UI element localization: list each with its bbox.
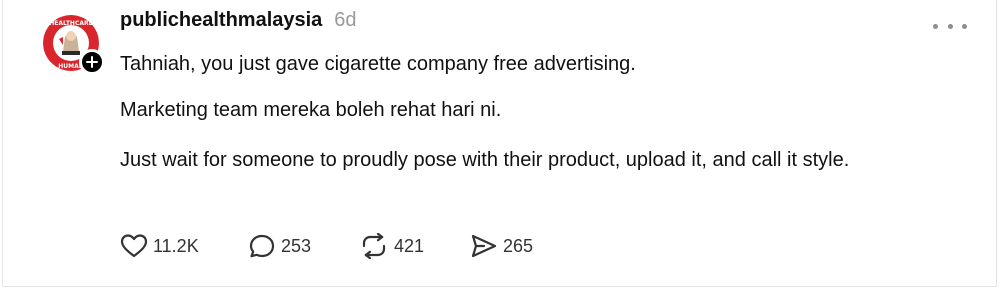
more-dots-icon <box>962 23 967 29</box>
username-link[interactable]: publichealthmalaysia <box>120 9 322 32</box>
repost-count: 421 <box>394 235 425 256</box>
avatar-container[interactable]: HEALTHCARE HUMAN <box>43 15 105 75</box>
reply-count: 253 <box>281 235 312 256</box>
send-icon <box>471 234 497 258</box>
plus-icon <box>86 56 98 68</box>
post-card: HEALTHCARE HUMAN publichealthmalaysia 6d… <box>2 0 997 287</box>
post-text-paragraph: Just wait for someone to proudly pose wi… <box>120 149 850 171</box>
post-timestamp[interactable]: 6d <box>334 9 356 32</box>
share-button[interactable]: 265 <box>470 231 533 261</box>
post-header: publichealthmalaysia 6d <box>120 9 357 32</box>
like-button[interactable]: 11.2K <box>120 231 199 261</box>
follow-button[interactable] <box>79 49 105 75</box>
reply-button[interactable]: 253 <box>248 231 311 261</box>
svg-text:HEALTHCARE: HEALTHCARE <box>49 20 92 27</box>
more-dots-icon <box>933 23 938 29</box>
post-text-paragraph: Tahniah, you just gave cigarette company… <box>120 53 636 75</box>
repost-icon <box>362 233 386 259</box>
like-count: 11.2K <box>153 235 199 256</box>
more-options-button[interactable] <box>933 22 967 30</box>
repost-button[interactable]: 421 <box>359 231 424 261</box>
share-count: 265 <box>503 235 534 256</box>
post-text-paragraph: Marketing team mereka boleh rehat hari n… <box>120 99 502 121</box>
heart-icon <box>120 234 148 258</box>
more-dots-icon <box>947 23 953 29</box>
comment-bubble-icon <box>249 234 275 258</box>
